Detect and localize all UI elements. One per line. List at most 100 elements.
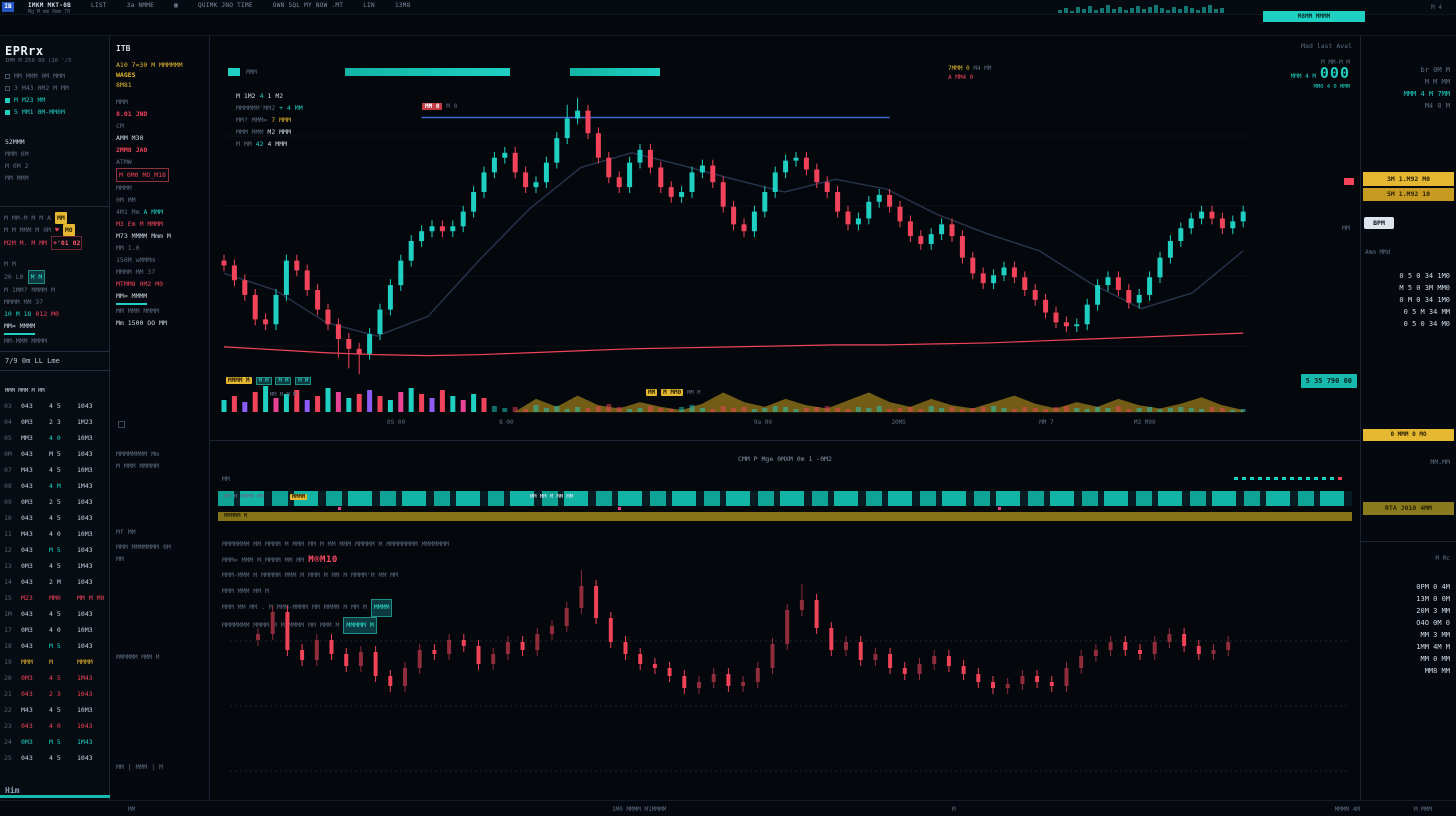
table-row[interactable]: 030434 51043 [4, 398, 111, 414]
mini-chip[interactable]: M M [275, 377, 291, 385]
label [5, 98, 10, 103]
table-row[interactable]: 18043M 51043 [4, 638, 111, 654]
table-row[interactable]: 090M32 51043 [4, 494, 111, 510]
watchlist-row[interactable]: M 0M 2 [5, 160, 28, 172]
mode-button[interactable]: BPM [1364, 217, 1394, 229]
order-dim-value: MM.MM [1430, 458, 1450, 466]
table-row[interactable]: 05MM34 010M3 [4, 430, 111, 446]
menu-item-2[interactable]: 3a NMME [127, 2, 154, 9]
quote-row[interactable]: 1MM 4M M [1361, 641, 1456, 653]
menu-item-0[interactable]: IMKM MKT-0B [28, 2, 71, 9]
table-row[interactable]: 040M32 31M23 [4, 414, 111, 430]
price-ladder-row[interactable]: M 5 0 3M MM0 [1361, 282, 1456, 294]
tool-icon[interactable] [118, 421, 125, 428]
label: 20M 3 MM [1416, 605, 1450, 617]
table-row[interactable]: 19MMMMMMMM [4, 654, 111, 670]
table-row[interactable]: 240M3M 51M43 [4, 734, 111, 750]
table-row[interactable]: 100434 51043 [4, 510, 111, 526]
watchlist-row[interactable]: 52MMM [5, 136, 28, 148]
event-badge[interactable]: MM [646, 389, 657, 396]
quote-row[interactable]: MM 0 MM [1361, 653, 1456, 665]
volume-caption: MM M M M [270, 392, 297, 398]
menu-item-4[interactable]: QUIMK JNO TIME [198, 2, 253, 9]
label: 0M3 [21, 414, 45, 430]
label: 07 [4, 462, 17, 478]
ribbon-band[interactable]: MMMMM M [218, 512, 1352, 521]
watchlist-row[interactable]: MM MMM [5, 172, 28, 184]
table-row[interactable]: 11M434 010M3 [4, 526, 111, 542]
watchlist-check-item[interactable]: M M23 MM [5, 94, 69, 106]
main-chart-canvas[interactable] [210, 36, 1360, 441]
watchlist-info-row[interactable]: M M MMM M 0M♥M0 [4, 224, 82, 236]
label: M2 MMM [267, 126, 290, 138]
watchlist-info-row[interactable]: M MM-M M M AMM [4, 212, 82, 224]
label: MMM [116, 96, 128, 108]
price-ladder-row[interactable]: 0 5 0 34 1M0 [1361, 270, 1456, 282]
quote-row[interactable]: MM 3 MM [1361, 629, 1456, 641]
label: 0 5 M 34 MM [1404, 306, 1450, 318]
activity-dot [1266, 477, 1270, 480]
app-logo-icon[interactable]: IB [2, 2, 14, 12]
volume-badge[interactable]: MMMM M [226, 377, 252, 384]
progress-bar[interactable] [345, 68, 510, 76]
watchlist-detail-row: MM= MMMM [4, 320, 59, 335]
label: MMMM [371, 599, 393, 617]
progress-bar-2[interactable] [570, 68, 660, 76]
table-row[interactable]: 0M043M 51043 [4, 446, 111, 462]
table-row[interactable]: 250434 51043 [4, 750, 111, 766]
table-row[interactable]: 07M434 510M3 [4, 462, 111, 478]
buy-button[interactable]: 3M 1.M92 M0 [1363, 172, 1454, 186]
label: 11 [4, 526, 17, 542]
watchlist-row[interactable]: MMM 0M [5, 148, 28, 160]
table-row[interactable]: 230434 01043 [4, 718, 111, 734]
last-price-pill[interactable]: 5 35 790 00 [1301, 374, 1357, 388]
table-row[interactable]: 12043M 51043 [4, 542, 111, 558]
detail-note: MMMMMMMM Mm [116, 448, 159, 460]
pagination[interactable]: MM | MMM | M [116, 763, 163, 771]
quote-row[interactable]: 0PM 0 4M [1361, 581, 1456, 593]
table-row[interactable]: 200M34 51M43 [4, 670, 111, 686]
watchlist-check-item[interactable]: MM MMM 0M MMM [5, 70, 69, 82]
table-row[interactable]: 22M434 510M3 [4, 702, 111, 718]
table-row[interactable]: 210432 31043 [4, 686, 111, 702]
label: 04 [4, 414, 17, 430]
menu-item-7[interactable]: 13M8 [395, 2, 411, 9]
table-row[interactable]: 130M34 51M43 [4, 558, 111, 574]
menu-item-6[interactable]: LIN [363, 2, 375, 9]
mini-chip[interactable]: M M [295, 377, 311, 385]
watchlist-check-item[interactable]: 3 M43 0M2 M MM [5, 82, 69, 94]
table-row[interactable]: 15M23MM0MM M M0 [4, 590, 111, 606]
event-badge[interactable]: M MM0 [661, 389, 683, 396]
legend-row: M MM424 MMM [236, 138, 303, 150]
price-ladder-row[interactable]: 0 5 M 34 MM [1361, 306, 1456, 318]
menu-item-1[interactable]: LIST [91, 2, 107, 9]
table-row[interactable]: 080434 M1M43 [4, 478, 111, 494]
menu-item-5[interactable]: OWN SQL MY NOW .MT [273, 2, 343, 9]
watchlist-check-item[interactable]: 5 MM1 0M-MM0M [5, 106, 69, 118]
detail-footnote: MMMMMM MMM M [116, 654, 159, 661]
table-row[interactable]: 140432 M1043 [4, 574, 111, 590]
quote-row[interactable]: 20M 3 MM [1361, 605, 1456, 617]
table-row[interactable]: 1M0434 51043 [4, 606, 111, 622]
annotation-sub: M 0 [446, 103, 457, 110]
watchlist-info-row[interactable]: M2M M. M MM+'01 02 [4, 236, 82, 250]
primary-cta-button[interactable]: M8MM MMMM [1263, 11, 1365, 22]
price-ladder-row[interactable]: 0 M 0 34 1M0 [1361, 294, 1456, 306]
quote-row[interactable]: MM8 MM [1361, 665, 1456, 677]
quote-row[interactable]: 13M 0 0M [1361, 593, 1456, 605]
rta-row[interactable]: RTA J010 4MM [1363, 502, 1454, 515]
menu-item-3[interactable]: ▦ [174, 2, 178, 9]
mini-chip[interactable]: M M [256, 377, 272, 385]
main-chart-panel[interactable]: Mad last Aval MMM M 1M241 M2MMMMMM'MM2+ … [210, 35, 1360, 440]
secondary-panel: CMM P Mge 0MXM 0m 1 -0M2 MM MM M MMMM MM… [210, 440, 1360, 800]
orderbook-header[interactable]: 7/9 0m LL Lme [0, 351, 110, 371]
alert-row[interactable]: 0 MMM 0 MO [1363, 429, 1454, 441]
price-ladder-row[interactable]: 0 5 0 34 M0 [1361, 318, 1456, 330]
buy-button-secondary[interactable]: 5M 1.M92 10 [1363, 188, 1454, 201]
label: 17 [4, 622, 17, 638]
heatmap-band[interactable] [218, 491, 1352, 506]
legend-row: M 1M241 M2 [236, 90, 303, 102]
quote-row[interactable]: O4O 0M 0 [1361, 617, 1456, 629]
table-row[interactable]: 170M34 010M3 [4, 622, 111, 638]
timeframe-chip[interactable] [228, 68, 240, 76]
